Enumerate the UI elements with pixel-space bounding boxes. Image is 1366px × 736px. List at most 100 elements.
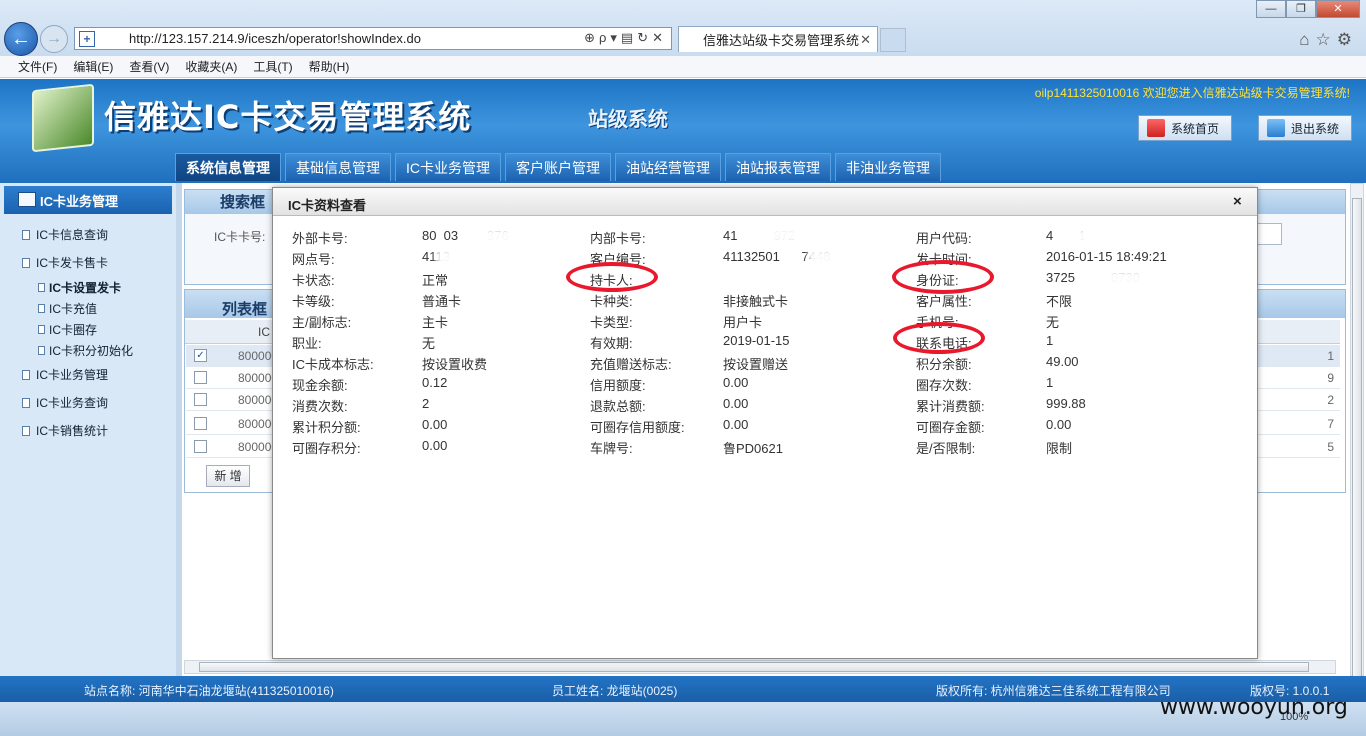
- window-controls: — ❐ ✕: [1256, 0, 1360, 18]
- field-value: 0.00: [422, 417, 448, 432]
- exit-label: 退出系统: [1291, 121, 1340, 136]
- field-label: 卡种类:: [590, 294, 633, 309]
- document-icon: [22, 257, 30, 268]
- sidebar-item-ic-recharge[interactable]: IC卡充值: [38, 300, 97, 317]
- field-label: 充值赠送标志:: [590, 357, 672, 372]
- field-value: 0.00: [1046, 417, 1072, 432]
- tab-station-operation[interactable]: 油站经营管理: [615, 153, 721, 181]
- highlight-ring: [566, 262, 658, 292]
- exit-button[interactable]: 退出系统: [1258, 115, 1352, 141]
- field-label: 现金余额:: [292, 378, 348, 393]
- field-label: 累计积分额:: [292, 420, 361, 435]
- sidebar-item-ic-issue-sell[interactable]: IC卡发卡售卡: [22, 254, 108, 271]
- forward-button[interactable]: →: [40, 25, 68, 53]
- document-icon: [38, 283, 45, 292]
- address-tools-icon[interactable]: ⊕ρ▾▤↻✕: [584, 30, 667, 46]
- scrollbar-thumb[interactable]: [199, 662, 1309, 672]
- horizontal-scrollbar[interactable]: [184, 660, 1336, 674]
- window-close-icon[interactable]: ✕: [1316, 0, 1360, 18]
- sidebar-item-ic-setup-issue[interactable]: IC卡设置发卡: [38, 279, 121, 296]
- main-nav: 系统信息管理 基础信息管理 IC卡业务管理 客户账户管理 油站经营管理 油站报表…: [175, 153, 945, 181]
- field-label: 消费次数:: [292, 399, 348, 414]
- field-label: 积分余额:: [916, 357, 972, 372]
- field-label: 内部卡号:: [590, 231, 646, 246]
- highlight-ring: [893, 322, 985, 354]
- sidebar-item-ic-transfer[interactable]: IC卡圈存: [38, 321, 97, 338]
- address-bar[interactable]: + http://123.157.214.9/iceszh/operator!s…: [74, 27, 672, 50]
- cell-tail: 9: [1327, 371, 1334, 385]
- tab-customer-account[interactable]: 客户账户管理: [505, 153, 611, 181]
- modal-title: IC卡资料查看: [288, 198, 367, 213]
- tab-station-report[interactable]: 油站报表管理: [725, 153, 831, 181]
- home-button[interactable]: 系统首页: [1138, 115, 1232, 141]
- browser-home-star-gear-icons[interactable]: ⌂☆⚙: [1299, 30, 1358, 50]
- sidebar-item-ic-info-query[interactable]: IC卡信息查询: [22, 226, 108, 243]
- row-checkbox[interactable]: [194, 417, 207, 430]
- field-value: 2019-01-15: [723, 333, 790, 348]
- document-icon: [38, 346, 45, 355]
- row-checkbox[interactable]: [194, 371, 207, 384]
- field-value: 1: [1046, 333, 1054, 348]
- field-label: 信用额度:: [590, 378, 646, 393]
- menu-view[interactable]: 查看(V): [129, 58, 169, 75]
- address-text: http://123.157.214.9/iceszh/operator!sho…: [129, 31, 421, 46]
- tab-ic-business[interactable]: IC卡业务管理: [395, 153, 501, 181]
- document-icon: [22, 369, 30, 380]
- field-value: 主卡: [422, 315, 449, 330]
- browser-tab[interactable]: 信雅达站级卡交易管理系统 ✕: [678, 26, 878, 52]
- back-button[interactable]: ←: [4, 22, 38, 56]
- menu-bar: 文件(F) 编辑(E) 查看(V) 收藏夹(A) 工具(T) 帮助(H): [0, 56, 1366, 78]
- menu-tools[interactable]: 工具(T): [253, 58, 292, 75]
- tab-system-info[interactable]: 系统信息管理: [175, 153, 281, 181]
- field-label: 车牌号:: [590, 441, 633, 456]
- redaction-blur: [808, 249, 858, 267]
- row-checkbox[interactable]: ✓: [194, 349, 207, 362]
- cell-tail: 2: [1327, 393, 1334, 407]
- fuel-pump-logo-icon: [32, 83, 94, 153]
- field-value: 无: [422, 336, 436, 351]
- minimize-icon[interactable]: —: [1256, 0, 1286, 18]
- tab-close-icon[interactable]: ✕: [860, 32, 871, 48]
- station-name: 站点名称: 河南华中石油龙堰站(411325010016): [84, 684, 334, 698]
- menu-file[interactable]: 文件(F): [18, 58, 57, 75]
- sidebar-item-ic-business-manage[interactable]: IC卡业务管理: [22, 366, 108, 383]
- column-header-ic: IC: [258, 325, 270, 339]
- vertical-scrollbar[interactable]: [1350, 183, 1364, 726]
- menu-favorites[interactable]: 收藏夹(A): [185, 58, 237, 75]
- menu-help[interactable]: 帮助(H): [309, 58, 350, 75]
- sidebar-item-ic-sales-stats[interactable]: IC卡销售统计: [22, 422, 108, 439]
- menu-edit[interactable]: 编辑(E): [73, 58, 113, 75]
- row-checkbox[interactable]: [194, 393, 207, 406]
- field-value: 0.00: [723, 417, 749, 432]
- field-value: 2016-01-15 18:49:21: [1046, 249, 1167, 264]
- field-label: 退款总额:: [590, 399, 646, 414]
- document-icon: [38, 325, 45, 334]
- field-label: 用户代码:: [916, 231, 972, 246]
- redaction-blur: [1058, 333, 1140, 351]
- tab-non-oil[interactable]: 非油业务管理: [835, 153, 941, 181]
- sidebar-item-ic-points-init[interactable]: IC卡积分初始化: [38, 342, 133, 359]
- copyright: 版权所有: 杭州信雅达三佳系统工程有限公司: [936, 684, 1171, 698]
- new-tab-button[interactable]: [880, 28, 906, 52]
- field-label: 网点号:: [292, 252, 335, 267]
- cell-tail: 7: [1327, 417, 1334, 431]
- sidebar-head[interactable]: IC卡业务管理: [4, 186, 172, 214]
- tab-basic-info[interactable]: 基础信息管理: [285, 153, 391, 181]
- sidebar-item-label: IC卡销售统计: [36, 424, 109, 438]
- monitor-icon: [18, 192, 36, 207]
- redaction-blur: [1070, 228, 1110, 246]
- add-button[interactable]: 新 增: [206, 465, 250, 487]
- document-icon: [38, 304, 45, 313]
- field-value: 49.00: [1046, 354, 1079, 369]
- row-checkbox[interactable]: [194, 440, 207, 453]
- welcome-text: oilp1411325010016 欢迎您进入信雅达站级卡交易管理系统!: [1034, 86, 1350, 100]
- field-label: 可圈存积分:: [292, 441, 361, 456]
- field-value: 0.00: [723, 375, 749, 390]
- field-value: 1: [1046, 375, 1054, 390]
- staff-name: 员工姓名: 龙堰站(0025): [552, 684, 678, 698]
- field-value: 0.12: [422, 375, 448, 390]
- maximize-icon[interactable]: ❐: [1286, 0, 1316, 18]
- scrollbar-thumb[interactable]: [1352, 198, 1362, 726]
- sidebar-item-ic-business-query[interactable]: IC卡业务查询: [22, 394, 108, 411]
- modal-close-icon[interactable]: ×: [1233, 193, 1242, 210]
